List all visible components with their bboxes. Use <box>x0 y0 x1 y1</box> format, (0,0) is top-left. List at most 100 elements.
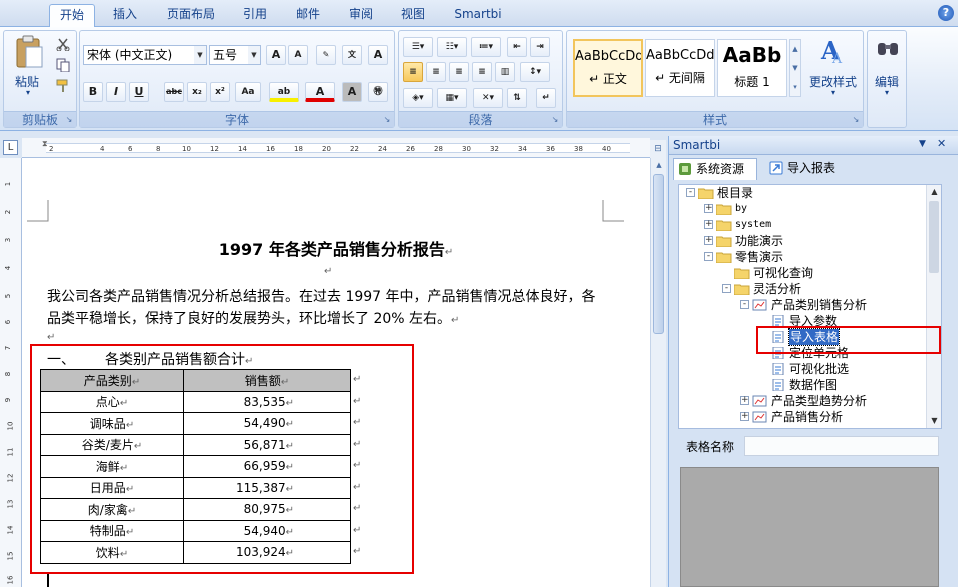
expand-icon[interactable]: + <box>704 236 713 245</box>
indent-marker-icon[interactable]: ⧗ <box>42 139 48 149</box>
bullets-button[interactable]: ☰▾ <box>403 37 433 57</box>
collapse-icon[interactable]: - <box>722 284 731 293</box>
font-size-combo[interactable]: 五号 ▼ <box>209 45 261 65</box>
borders-button[interactable]: ▦▾ <box>437 88 467 108</box>
strikethrough-button[interactable]: abc <box>164 82 184 102</box>
subscript-button[interactable]: x₂ <box>187 82 207 102</box>
analysis-icon <box>752 411 767 423</box>
svg-text:A: A <box>831 51 843 67</box>
expand-icon[interactable]: + <box>740 396 749 405</box>
character-shading-button[interactable]: A <box>342 82 362 102</box>
resource-tree[interactable]: - 根目录 + by + system + 功能演示 - 零售演示 可视化查询 - 灵活分析 - 产品类别销… <box>678 184 942 429</box>
tab-selector[interactable]: L <box>0 138 22 158</box>
align-left-button[interactable]: ≡ <box>403 62 423 82</box>
italic-button[interactable]: I <box>106 82 126 102</box>
chevron-down-icon[interactable]: ▾ <box>877 88 897 97</box>
style-no-spacing[interactable]: AaBbCcDd ↵ 无间隔 <box>645 39 715 97</box>
document-paragraph[interactable]: 我公司各类产品销售情况分析总结报告。在过去 1997 年中，产品销售情况总体良好… <box>47 286 607 332</box>
horizontal-ruler[interactable]: 2 4 6 8 10 12 14 16 18 20 22 24 26 28 30… <box>22 138 650 158</box>
ruler-number: 1 <box>4 181 13 187</box>
font-color-button[interactable]: A <box>305 82 335 102</box>
paragraph-mark-icon: ↵ <box>324 266 333 277</box>
help-icon[interactable]: ? <box>938 5 954 21</box>
clipboard-launcher-icon[interactable]: ↘ <box>64 115 74 125</box>
tab-review[interactable]: 审阅 <box>338 4 384 27</box>
copy-icon[interactable] <box>56 58 70 72</box>
highlight-color-button[interactable]: ab <box>269 82 299 102</box>
document-title[interactable]: 1997 年各类产品销售分析报告↵ <box>22 236 650 260</box>
tab-home[interactable]: 开始 <box>49 4 95 27</box>
shrink-font-button[interactable]: A <box>288 45 308 65</box>
ruler-number: 8 <box>4 371 13 377</box>
scroll-thumb[interactable] <box>653 174 664 334</box>
ruler-number: 4 <box>4 265 13 271</box>
table-name-input[interactable] <box>744 436 939 456</box>
import-icon <box>769 161 783 175</box>
tab-system-resources[interactable]: 系统资源 <box>673 158 757 180</box>
font-launcher-icon[interactable]: ↘ <box>382 115 392 125</box>
style-normal[interactable]: AaBbCcDd ↵ 正文 <box>573 39 643 97</box>
document-scrollbar[interactable]: ▲ <box>650 158 666 587</box>
paragraph-mark-icon: ↵ <box>47 332 56 343</box>
align-right-button[interactable]: ≡ <box>449 62 469 82</box>
expand-icon[interactable]: + <box>740 412 749 421</box>
folder-icon <box>716 220 732 231</box>
decrease-indent-button[interactable]: ⇤ <box>507 37 527 57</box>
scroll-down-icon[interactable]: ▼ <box>927 414 941 428</box>
increase-indent-button[interactable]: ⇥ <box>530 37 550 57</box>
phonetic-guide-button[interactable]: 文 <box>342 45 362 65</box>
character-border-button[interactable]: A <box>368 45 388 65</box>
tab-smartbi[interactable]: Smartbi <box>445 4 511 27</box>
paste-icon[interactable] <box>14 35 44 69</box>
collapse-icon[interactable]: - <box>686 188 695 197</box>
ribbon-tab-bar: 开始 插入 页面布局 引用 邮件 审阅 视图 Smartbi ? <box>0 0 958 27</box>
underline-button[interactable]: U <box>129 82 149 102</box>
show-marks-button[interactable]: ↵ <box>536 88 556 108</box>
tab-insert[interactable]: 插入 <box>102 4 148 27</box>
chevron-down-icon: ▼ <box>194 46 206 64</box>
line-spacing-button[interactable]: ↕▾ <box>520 62 550 82</box>
vertical-ruler[interactable]: 1 2 3 4 5 6 7 8 9 10 11 12 13 14 15 16 <box>0 158 22 587</box>
expand-icon[interactable]: + <box>704 204 713 213</box>
bold-button[interactable]: B <box>83 82 103 102</box>
shading-button[interactable]: ◈▾ <box>403 88 433 108</box>
tab-mailings[interactable]: 邮件 <box>285 4 331 27</box>
grow-font-button[interactable]: A <box>266 45 286 65</box>
superscript-button[interactable]: x² <box>210 82 230 102</box>
justify-button[interactable]: ≡ <box>472 62 492 82</box>
multilevel-list-button[interactable]: ≔▾ <box>471 37 501 57</box>
styles-scroll[interactable]: ▲ ▼ ▾ <box>789 39 801 97</box>
tab-page-layout[interactable]: 页面布局 <box>156 4 226 27</box>
document-page[interactable]: 1997 年各类产品销售分析报告↵ ↵ 我公司各类产品销售情况分析总结报告。在过… <box>22 158 650 587</box>
expand-icon[interactable]: + <box>704 220 713 229</box>
change-case-button[interactable]: Aa <box>235 82 261 102</box>
tree-scrollbar[interactable]: ▲ ▼ <box>926 185 941 428</box>
scroll-thumb[interactable] <box>929 201 939 273</box>
tab-references[interactable]: 引用 <box>232 4 278 27</box>
collapse-icon[interactable]: - <box>740 300 749 309</box>
scroll-up-icon[interactable]: ▲ <box>652 158 666 172</box>
tab-view[interactable]: 视图 <box>390 4 436 27</box>
paste-dropdown-icon[interactable]: ▾ <box>18 88 38 97</box>
panel-menu-icon[interactable]: ▼ <box>919 139 926 149</box>
view-ruler-icon[interactable]: ⊟ <box>650 140 666 158</box>
clear-format-button[interactable]: ✎ <box>316 45 336 65</box>
styles-launcher-icon[interactable]: ↘ <box>851 115 861 125</box>
enclose-characters-button[interactable]: ㊕ <box>368 82 388 102</box>
close-icon[interactable]: ✕ <box>937 137 946 150</box>
align-center-button[interactable]: ≡ <box>426 62 446 82</box>
scroll-up-icon[interactable]: ▲ <box>927 185 941 199</box>
collapse-icon[interactable]: - <box>704 252 713 261</box>
numbering-button[interactable]: ☷▾ <box>437 37 467 57</box>
style-heading-1[interactable]: AaBb 标题 1 <box>717 39 787 97</box>
paragraph-launcher-icon[interactable]: ↘ <box>550 115 560 125</box>
cut-icon[interactable] <box>56 37 70 51</box>
format-painter-icon[interactable] <box>56 79 70 93</box>
font-name-combo[interactable]: 宋体 (中文正文) ▼ <box>83 45 207 65</box>
binoculars-icon <box>878 43 898 55</box>
distributed-button[interactable]: ▥ <box>495 62 515 82</box>
chevron-down-icon[interactable]: ▾ <box>823 88 843 97</box>
chinese-layout-button[interactable]: ✕▾ <box>473 88 503 108</box>
sort-button[interactable]: ⇅ <box>507 88 527 108</box>
tab-import-report[interactable]: 导入报表 <box>765 158 851 180</box>
